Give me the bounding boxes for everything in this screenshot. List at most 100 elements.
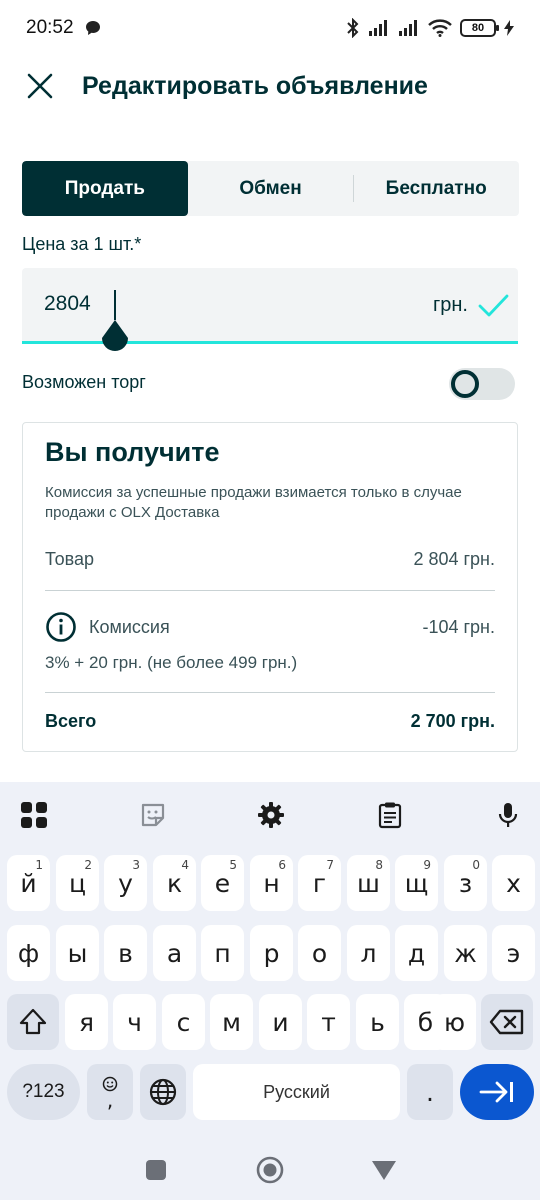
tab-exchange[interactable]: Обмен bbox=[188, 161, 354, 216]
key-в[interactable]: в bbox=[104, 925, 147, 981]
battery-icon: 80 bbox=[460, 19, 499, 37]
text-cursor bbox=[114, 290, 116, 320]
clipboard-icon[interactable] bbox=[372, 797, 408, 833]
back-button[interactable] bbox=[369, 1155, 399, 1185]
fee-label: Комиссия bbox=[89, 616, 170, 637]
key-д[interactable]: д bbox=[395, 925, 438, 981]
earnings-card: Вы получите Комиссия за успешные продажи… bbox=[22, 422, 518, 752]
close-button[interactable] bbox=[20, 66, 60, 106]
chat-notification-icon bbox=[85, 21, 100, 35]
enter-key[interactable] bbox=[460, 1064, 534, 1120]
fee-left: Комиссия bbox=[45, 611, 170, 643]
key-г[interactable]: г7 bbox=[298, 855, 341, 911]
next-arrow-icon bbox=[479, 1081, 513, 1103]
close-icon bbox=[27, 73, 53, 99]
fee-value: -104 грн. bbox=[422, 616, 495, 637]
status-bar: 20:52 80 bbox=[0, 0, 540, 56]
recents-button[interactable] bbox=[141, 1155, 171, 1185]
divider bbox=[45, 590, 495, 591]
key-э[interactable]: э bbox=[492, 925, 535, 981]
key-с[interactable]: с bbox=[162, 994, 205, 1050]
key-ь[interactable]: ь bbox=[356, 994, 399, 1050]
bargain-toggle[interactable] bbox=[449, 368, 515, 400]
key-з[interactable]: з0 bbox=[444, 855, 487, 911]
battery-level: 80 bbox=[471, 22, 485, 34]
price-label: Цена за 1 шт.* bbox=[22, 234, 142, 254]
space-key[interactable]: Русский bbox=[193, 1064, 400, 1120]
goods-row: Товар 2 804 грн. bbox=[45, 549, 495, 570]
key-а[interactable]: а bbox=[153, 925, 196, 981]
globe-icon bbox=[149, 1078, 177, 1106]
fee-rule: 3% + 20 грн. (не более 499 грн.) bbox=[45, 653, 298, 672]
shift-icon bbox=[19, 1008, 47, 1035]
signal-icon-sim1 bbox=[369, 20, 387, 36]
key-е[interactable]: е5 bbox=[201, 855, 244, 911]
charging-icon bbox=[504, 20, 514, 36]
status-right: 80 bbox=[346, 18, 514, 38]
total-row: Всего 2 700 грн. bbox=[45, 711, 495, 732]
key-м[interactable]: м bbox=[210, 994, 253, 1050]
tab-sell[interactable]: Продать bbox=[22, 161, 188, 216]
goods-value: 2 804 грн. bbox=[413, 549, 495, 569]
key-о[interactable]: о bbox=[298, 925, 341, 981]
backspace-key[interactable] bbox=[481, 994, 533, 1050]
card-title: Вы получите bbox=[45, 437, 220, 467]
key-л[interactable]: л bbox=[347, 925, 390, 981]
key-щ[interactable]: щ9 bbox=[395, 855, 438, 911]
settings-gear-icon[interactable] bbox=[253, 797, 289, 833]
tab-free[interactable]: Бесплатно bbox=[353, 161, 519, 216]
signal-icon-sim2 bbox=[399, 20, 417, 36]
key-ч[interactable]: ч bbox=[113, 994, 156, 1050]
key-х[interactable]: х bbox=[492, 855, 535, 911]
square-icon bbox=[146, 1160, 166, 1180]
microphone-icon[interactable] bbox=[490, 797, 526, 833]
key-ы[interactable]: ы bbox=[56, 925, 99, 981]
key-ж[interactable]: ж bbox=[444, 925, 487, 981]
key-и[interactable]: и bbox=[259, 994, 302, 1050]
key-ш[interactable]: ш8 bbox=[347, 855, 390, 911]
info-icon[interactable] bbox=[45, 611, 77, 643]
commission-note: Комиссия за успешные продажи взимается т… bbox=[45, 484, 462, 521]
price-input[interactable]: 2804 грн. bbox=[22, 268, 518, 351]
backspace-icon bbox=[489, 1009, 524, 1035]
key-н[interactable]: н6 bbox=[250, 855, 293, 911]
check-icon bbox=[478, 294, 509, 317]
key-у[interactable]: у3 bbox=[104, 855, 147, 911]
key-т[interactable]: т bbox=[307, 994, 350, 1050]
key-ц[interactable]: ц2 bbox=[56, 855, 99, 911]
page-title: Редактировать объявление bbox=[82, 71, 428, 100]
status-time: 20:52 bbox=[26, 17, 74, 38]
keyboard-toolbar bbox=[0, 782, 540, 848]
fee-row: Комиссия -104 грн. bbox=[45, 611, 495, 643]
total-label: Всего bbox=[45, 711, 97, 731]
key-ю[interactable]: ю bbox=[433, 994, 476, 1050]
sticker-icon[interactable] bbox=[135, 797, 171, 833]
deal-type-tabs: Продать Обмен Бесплатно bbox=[22, 161, 519, 216]
wifi-icon bbox=[428, 19, 452, 37]
apps-grid-icon[interactable] bbox=[16, 797, 52, 833]
triangle-icon bbox=[372, 1161, 396, 1180]
onscreen-keyboard: й1 ц2 у3 к4 е5 н6 г7 ш8 щ9 з0 х ф ы в а … bbox=[0, 782, 540, 1200]
price-value: 2804 bbox=[44, 292, 91, 315]
circle-icon bbox=[256, 1156, 284, 1184]
key-я[interactable]: я bbox=[65, 994, 108, 1050]
divider bbox=[45, 692, 495, 693]
price-currency: грн. bbox=[432, 294, 468, 316]
symbols-key[interactable]: ?123 bbox=[7, 1064, 80, 1120]
cursor-handle-icon[interactable] bbox=[101, 320, 129, 352]
goods-label: Товар bbox=[45, 549, 94, 569]
toggle-knob bbox=[451, 370, 479, 398]
home-button[interactable] bbox=[255, 1155, 285, 1185]
bargain-label: Возможен торг bbox=[22, 372, 146, 392]
app-header: Редактировать объявление bbox=[0, 60, 540, 112]
emoji-comma-key[interactable]: , bbox=[87, 1064, 133, 1120]
key-р[interactable]: р bbox=[250, 925, 293, 981]
shift-key[interactable] bbox=[7, 994, 59, 1050]
language-key[interactable] bbox=[140, 1064, 186, 1120]
key-ф[interactable]: ф bbox=[7, 925, 50, 981]
total-value: 2 700 грн. bbox=[410, 711, 495, 731]
key-й[interactable]: й1 bbox=[7, 855, 50, 911]
key-п[interactable]: п bbox=[201, 925, 244, 981]
period-key[interactable]: . bbox=[407, 1064, 453, 1120]
key-к[interactable]: к4 bbox=[153, 855, 196, 911]
